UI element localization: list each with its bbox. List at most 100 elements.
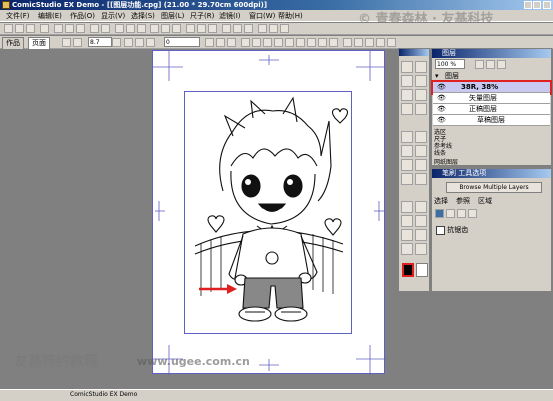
tab-work[interactable]: 作品 xyxy=(2,37,24,49)
pen-icon[interactable] xyxy=(62,38,71,47)
pencil-icon[interactable] xyxy=(73,38,82,47)
layer-trash-icon[interactable] xyxy=(497,60,506,69)
undo-icon[interactable] xyxy=(90,24,99,33)
dropper-tool-icon[interactable] xyxy=(401,229,413,241)
section-guide[interactable]: 参考线 xyxy=(434,143,551,150)
fill-tool-icon[interactable] xyxy=(415,159,427,171)
frame-tool-icon[interactable] xyxy=(415,89,427,101)
save-icon[interactable] xyxy=(26,24,35,33)
symmetry-icon[interactable] xyxy=(274,38,283,47)
grid-icon[interactable] xyxy=(150,24,159,33)
cut-icon[interactable] xyxy=(54,24,63,33)
layer-row-final[interactable]: 👁 正稿图层 xyxy=(433,104,550,115)
brush-size-dropdown-icon[interactable] xyxy=(112,38,121,47)
selection-icon[interactable] xyxy=(318,38,327,47)
menu-item-file[interactable]: 文件(F) xyxy=(6,10,30,22)
wand-tool-icon[interactable] xyxy=(401,89,413,101)
brush-size-field[interactable] xyxy=(88,37,112,47)
section-line[interactable]: 线条 xyxy=(434,150,551,157)
layer-row-vector[interactable]: 👁 矢量图层 xyxy=(433,93,550,104)
menu-item-help[interactable]: 帮助(H) xyxy=(278,10,303,22)
menu-item-view[interactable]: 显示(V) xyxy=(101,10,125,22)
redo-icon[interactable] xyxy=(101,24,110,33)
frame-icon[interactable] xyxy=(258,24,267,33)
copy-icon[interactable] xyxy=(65,24,74,33)
mask-icon[interactable] xyxy=(307,38,316,47)
story-icon[interactable] xyxy=(269,24,278,33)
minimize-button[interactable] xyxy=(524,1,532,9)
zoom-field[interactable] xyxy=(164,37,200,47)
ellipse-tool-icon[interactable] xyxy=(415,215,427,227)
export-icon[interactable] xyxy=(280,24,289,33)
layer-row-draft[interactable]: 👁 草稿图层 xyxy=(433,115,550,126)
invert-icon[interactable] xyxy=(329,38,338,47)
ruler-tool-icon[interactable] xyxy=(401,103,413,115)
align-center-icon[interactable] xyxy=(216,38,225,47)
text-tool-icon[interactable] xyxy=(415,103,427,115)
eraser-tool-icon[interactable] xyxy=(401,159,413,171)
menu-item-select[interactable]: 选择(S) xyxy=(131,10,155,22)
text-icon[interactable] xyxy=(233,24,242,33)
focus-icon[interactable] xyxy=(285,38,294,47)
hand-tool-icon[interactable] xyxy=(415,61,427,73)
tab-select[interactable]: 选择 xyxy=(434,196,448,206)
transform-icon[interactable] xyxy=(186,24,195,33)
fit-page-icon[interactable] xyxy=(137,24,146,33)
curve-tool-icon[interactable] xyxy=(415,201,427,213)
view-c-icon[interactable] xyxy=(365,38,374,47)
align-left-icon[interactable] xyxy=(205,38,214,47)
line-tool-icon[interactable] xyxy=(401,201,413,213)
browse-layers-button[interactable]: Browse Multiple Layers xyxy=(446,182,542,193)
layer-new-icon[interactable] xyxy=(197,24,206,33)
mode-new-icon[interactable] xyxy=(435,209,444,218)
perspective-icon[interactable] xyxy=(263,38,272,47)
pencil-tool-icon[interactable] xyxy=(415,131,427,143)
layer-folder-row[interactable]: ▾ 图层 xyxy=(433,71,550,81)
rotate-icon[interactable] xyxy=(161,24,170,33)
snap-icon[interactable] xyxy=(241,38,250,47)
view-b-icon[interactable] xyxy=(354,38,363,47)
rect-tool-icon[interactable] xyxy=(401,215,413,227)
align-right-icon[interactable] xyxy=(227,38,236,47)
layer-folder-icon[interactable] xyxy=(486,60,495,69)
open-icon[interactable] xyxy=(15,24,24,33)
view-a-icon[interactable] xyxy=(343,38,352,47)
zoom-in-icon[interactable] xyxy=(115,24,124,33)
eye-icon-3[interactable]: 👁 xyxy=(437,104,446,114)
antialias-checkbox-row[interactable]: 抗锯齿 xyxy=(436,225,516,235)
eye-icon-2[interactable]: 👁 xyxy=(437,93,446,103)
eye-icon[interactable]: 👁 xyxy=(437,82,446,92)
menu-item-layer[interactable]: 图层(L) xyxy=(161,10,184,22)
menu-item-ruler[interactable]: 尺子(R) xyxy=(190,10,214,22)
airbrush-tool-icon[interactable] xyxy=(415,145,427,157)
view-e-icon[interactable] xyxy=(387,38,396,47)
menu-item-filter[interactable]: 滤镜(I) xyxy=(219,10,241,22)
canvas-area[interactable]: 友基特约教程 www.ugee.com.cn xyxy=(0,50,398,387)
layer-new-icon-2[interactable] xyxy=(475,60,484,69)
menu-item-window[interactable]: 窗口(W) xyxy=(249,10,275,22)
tab-area[interactable]: 区域 xyxy=(478,196,492,206)
close-button[interactable] xyxy=(543,1,551,9)
section-ruler[interactable]: 尺子 xyxy=(434,136,551,143)
maximize-button[interactable] xyxy=(533,1,541,9)
guide-icon[interactable] xyxy=(252,38,261,47)
menu-item-work[interactable]: 作品(O) xyxy=(70,10,95,22)
move-tool-icon[interactable] xyxy=(401,61,413,73)
zoom-out-icon[interactable] xyxy=(126,24,135,33)
folder-expand-icon[interactable]: ▾ xyxy=(435,71,439,81)
page-paper[interactable] xyxy=(152,50,386,375)
mode-add-icon[interactable] xyxy=(446,209,455,218)
section-selection[interactable]: 选区 xyxy=(434,129,551,136)
rotate-tool-icon[interactable] xyxy=(415,243,427,255)
mode-intersect-icon[interactable] xyxy=(468,209,477,218)
tone-icon[interactable] xyxy=(244,24,253,33)
flip-icon[interactable] xyxy=(172,24,181,33)
tab-reference[interactable]: 参照 xyxy=(456,196,470,206)
option-b-icon[interactable] xyxy=(135,38,144,47)
option-a-icon[interactable] xyxy=(124,38,133,47)
search-tool-icon[interactable] xyxy=(401,243,413,255)
menu-item-edit[interactable]: 编辑(E) xyxy=(38,10,62,22)
view-d-icon[interactable] xyxy=(376,38,385,47)
background-color-swatch[interactable] xyxy=(416,263,428,277)
antialias-checkbox[interactable] xyxy=(436,225,445,235)
